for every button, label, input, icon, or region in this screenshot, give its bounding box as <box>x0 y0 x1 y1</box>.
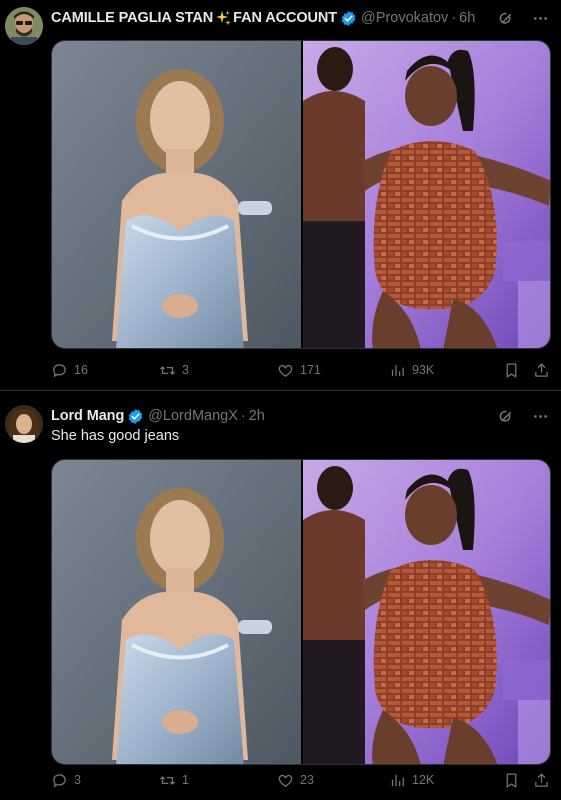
tweet-timestamp[interactable]: 6h <box>459 10 475 26</box>
views-button[interactable]: 12K <box>389 772 434 789</box>
verified-badge-icon <box>340 10 357 27</box>
retweet-count: 1 <box>182 773 189 787</box>
heart-icon <box>278 774 293 787</box>
retweet-icon <box>159 365 176 375</box>
media-image-right[interactable] <box>301 460 550 764</box>
author-name[interactable]: Lord Mang <box>51 408 124 424</box>
author-handle[interactable]: @LordMangX <box>148 408 238 424</box>
tweet-action-bar: 16 3 171 93K <box>51 360 551 380</box>
media-image-left[interactable] <box>52 41 301 348</box>
tweet-1[interactable]: CAMILLE PAGLIA STAN FAN ACCOUNT @Provoka… <box>0 0 561 391</box>
author-name-suffix[interactable]: FAN ACCOUNT <box>233 10 337 26</box>
tweet-media[interactable] <box>51 40 551 349</box>
grok-icon[interactable] <box>497 9 515 27</box>
grok-icon[interactable] <box>497 407 515 425</box>
heart-icon <box>278 364 293 377</box>
separator-dot: · <box>240 408 246 424</box>
retweet-button[interactable]: 3 <box>159 362 189 379</box>
separator-dot: · <box>451 10 457 26</box>
share-button[interactable] <box>533 362 550 379</box>
reply-button[interactable]: 16 <box>51 362 88 379</box>
reply-button[interactable]: 3 <box>51 772 81 789</box>
more-icon[interactable] <box>531 407 549 425</box>
tweet-text: She has good jeans <box>51 428 180 444</box>
views-icon <box>391 364 404 376</box>
media-image-right[interactable] <box>301 41 550 348</box>
tweet-top-actions <box>497 407 549 425</box>
tweet-media[interactable] <box>51 459 551 765</box>
bookmark-button[interactable] <box>503 362 520 379</box>
tweet-header: Lord Mang @LordMangX · 2h <box>51 406 265 426</box>
author-name[interactable]: CAMILLE PAGLIA STAN <box>51 10 213 26</box>
views-icon <box>391 774 404 786</box>
reply-icon <box>53 773 66 787</box>
avatar-illustration <box>5 405 43 443</box>
avatar-illustration <box>5 7 43 45</box>
retweet-icon <box>159 775 176 785</box>
reply-icon <box>53 363 66 377</box>
retweet-count: 3 <box>182 363 189 377</box>
share-button[interactable] <box>533 772 550 789</box>
reply-count: 3 <box>74 773 81 787</box>
author-avatar[interactable] <box>5 405 43 443</box>
verified-badge-icon <box>127 408 144 425</box>
more-icon[interactable] <box>531 9 549 27</box>
views-count: 93K <box>412 363 435 377</box>
retweet-button[interactable]: 1 <box>159 772 189 789</box>
like-count: 23 <box>300 773 314 787</box>
tweet-2[interactable]: Lord Mang @LordMangX · 2h She has good j… <box>0 392 561 800</box>
author-handle[interactable]: @Provokatov <box>361 10 448 26</box>
views-count: 12K <box>412 773 435 787</box>
author-avatar[interactable] <box>5 7 43 45</box>
tweet-header: CAMILLE PAGLIA STAN FAN ACCOUNT @Provoka… <box>51 8 475 28</box>
like-button[interactable]: 171 <box>277 362 321 379</box>
share-icon <box>535 362 548 377</box>
sparkles-icon <box>215 10 231 26</box>
bookmark-icon <box>506 772 517 788</box>
views-button[interactable]: 93K <box>389 362 434 379</box>
media-image-left[interactable] <box>52 460 301 764</box>
bookmark-icon <box>506 362 517 378</box>
tweet-action-bar: 3 1 23 12K <box>51 770 551 790</box>
tweet-top-actions <box>497 9 549 27</box>
tweet-timestamp[interactable]: 2h <box>249 408 265 424</box>
bookmark-button[interactable] <box>503 772 520 789</box>
reply-count: 16 <box>74 363 88 377</box>
like-button[interactable]: 23 <box>277 772 314 789</box>
like-count: 171 <box>300 363 321 377</box>
share-icon <box>535 772 548 787</box>
